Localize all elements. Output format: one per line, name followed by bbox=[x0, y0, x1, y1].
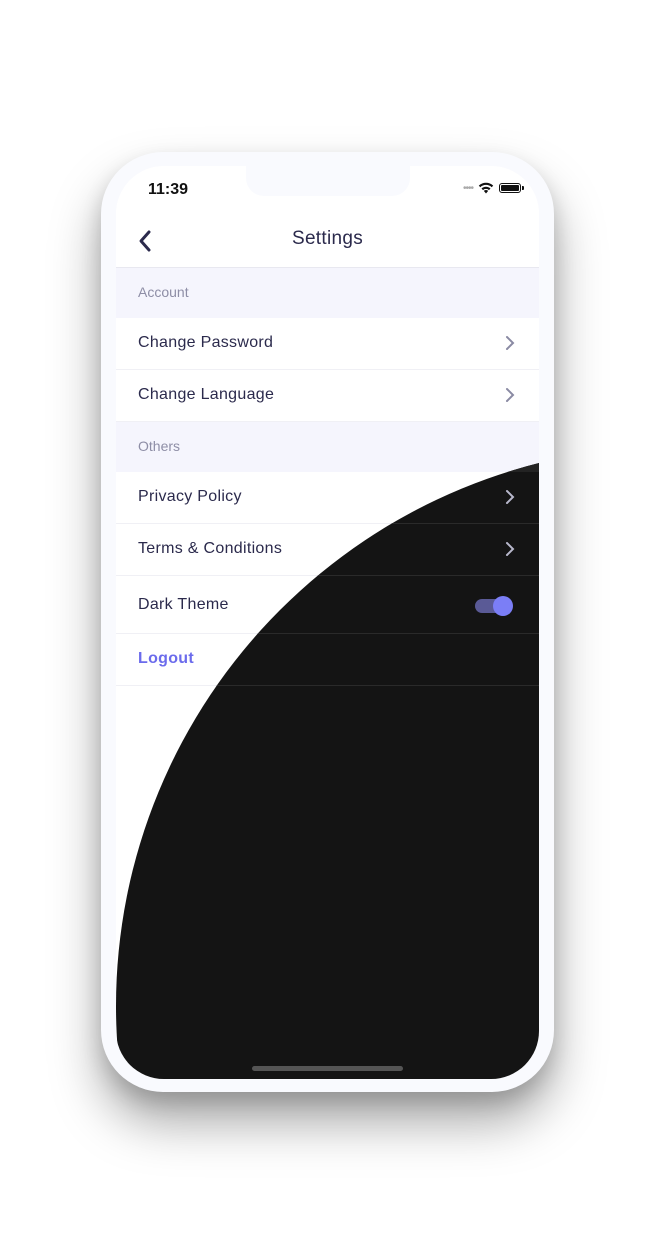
change-language-row[interactable]: Change Language bbox=[116, 370, 539, 422]
section-header-others: Others bbox=[116, 422, 539, 472]
section-title: Others bbox=[138, 438, 181, 454]
row-label: Change Password bbox=[138, 334, 274, 351]
notch bbox=[246, 166, 410, 196]
chevron-right-icon bbox=[506, 542, 515, 556]
section-header-account: Account bbox=[116, 268, 539, 318]
page-title: Settings bbox=[291, 228, 364, 249]
row-label: Change Language bbox=[138, 386, 275, 403]
change-password-row[interactable]: Change Password bbox=[116, 318, 539, 370]
toggle-knob bbox=[493, 596, 513, 616]
chevron-right-icon bbox=[506, 490, 515, 504]
status-icons: •••• bbox=[462, 182, 524, 194]
home-indicator bbox=[252, 1066, 403, 1071]
logout-button[interactable]: Logout bbox=[138, 650, 194, 668]
dark-theme-toggle[interactable] bbox=[475, 596, 513, 616]
chevron-right-icon bbox=[506, 336, 515, 350]
row-label: Dark Theme bbox=[138, 596, 229, 613]
section-title: Account bbox=[138, 284, 189, 300]
nav-header: Settings bbox=[116, 216, 539, 268]
battery-icon bbox=[499, 183, 524, 193]
phone-frame: 11:39 •••• Settings Account Change Passw… bbox=[101, 152, 554, 1092]
row-label: Privacy Policy bbox=[138, 488, 242, 505]
screen: 11:39 •••• Settings Account Change Passw… bbox=[116, 166, 539, 1079]
signal-dots-icon: •••• bbox=[462, 182, 474, 194]
wifi-icon bbox=[478, 182, 494, 194]
status-time: 11:39 bbox=[148, 181, 189, 198]
row-label: Terms & Conditions bbox=[138, 540, 283, 557]
chevron-right-icon bbox=[506, 388, 515, 402]
